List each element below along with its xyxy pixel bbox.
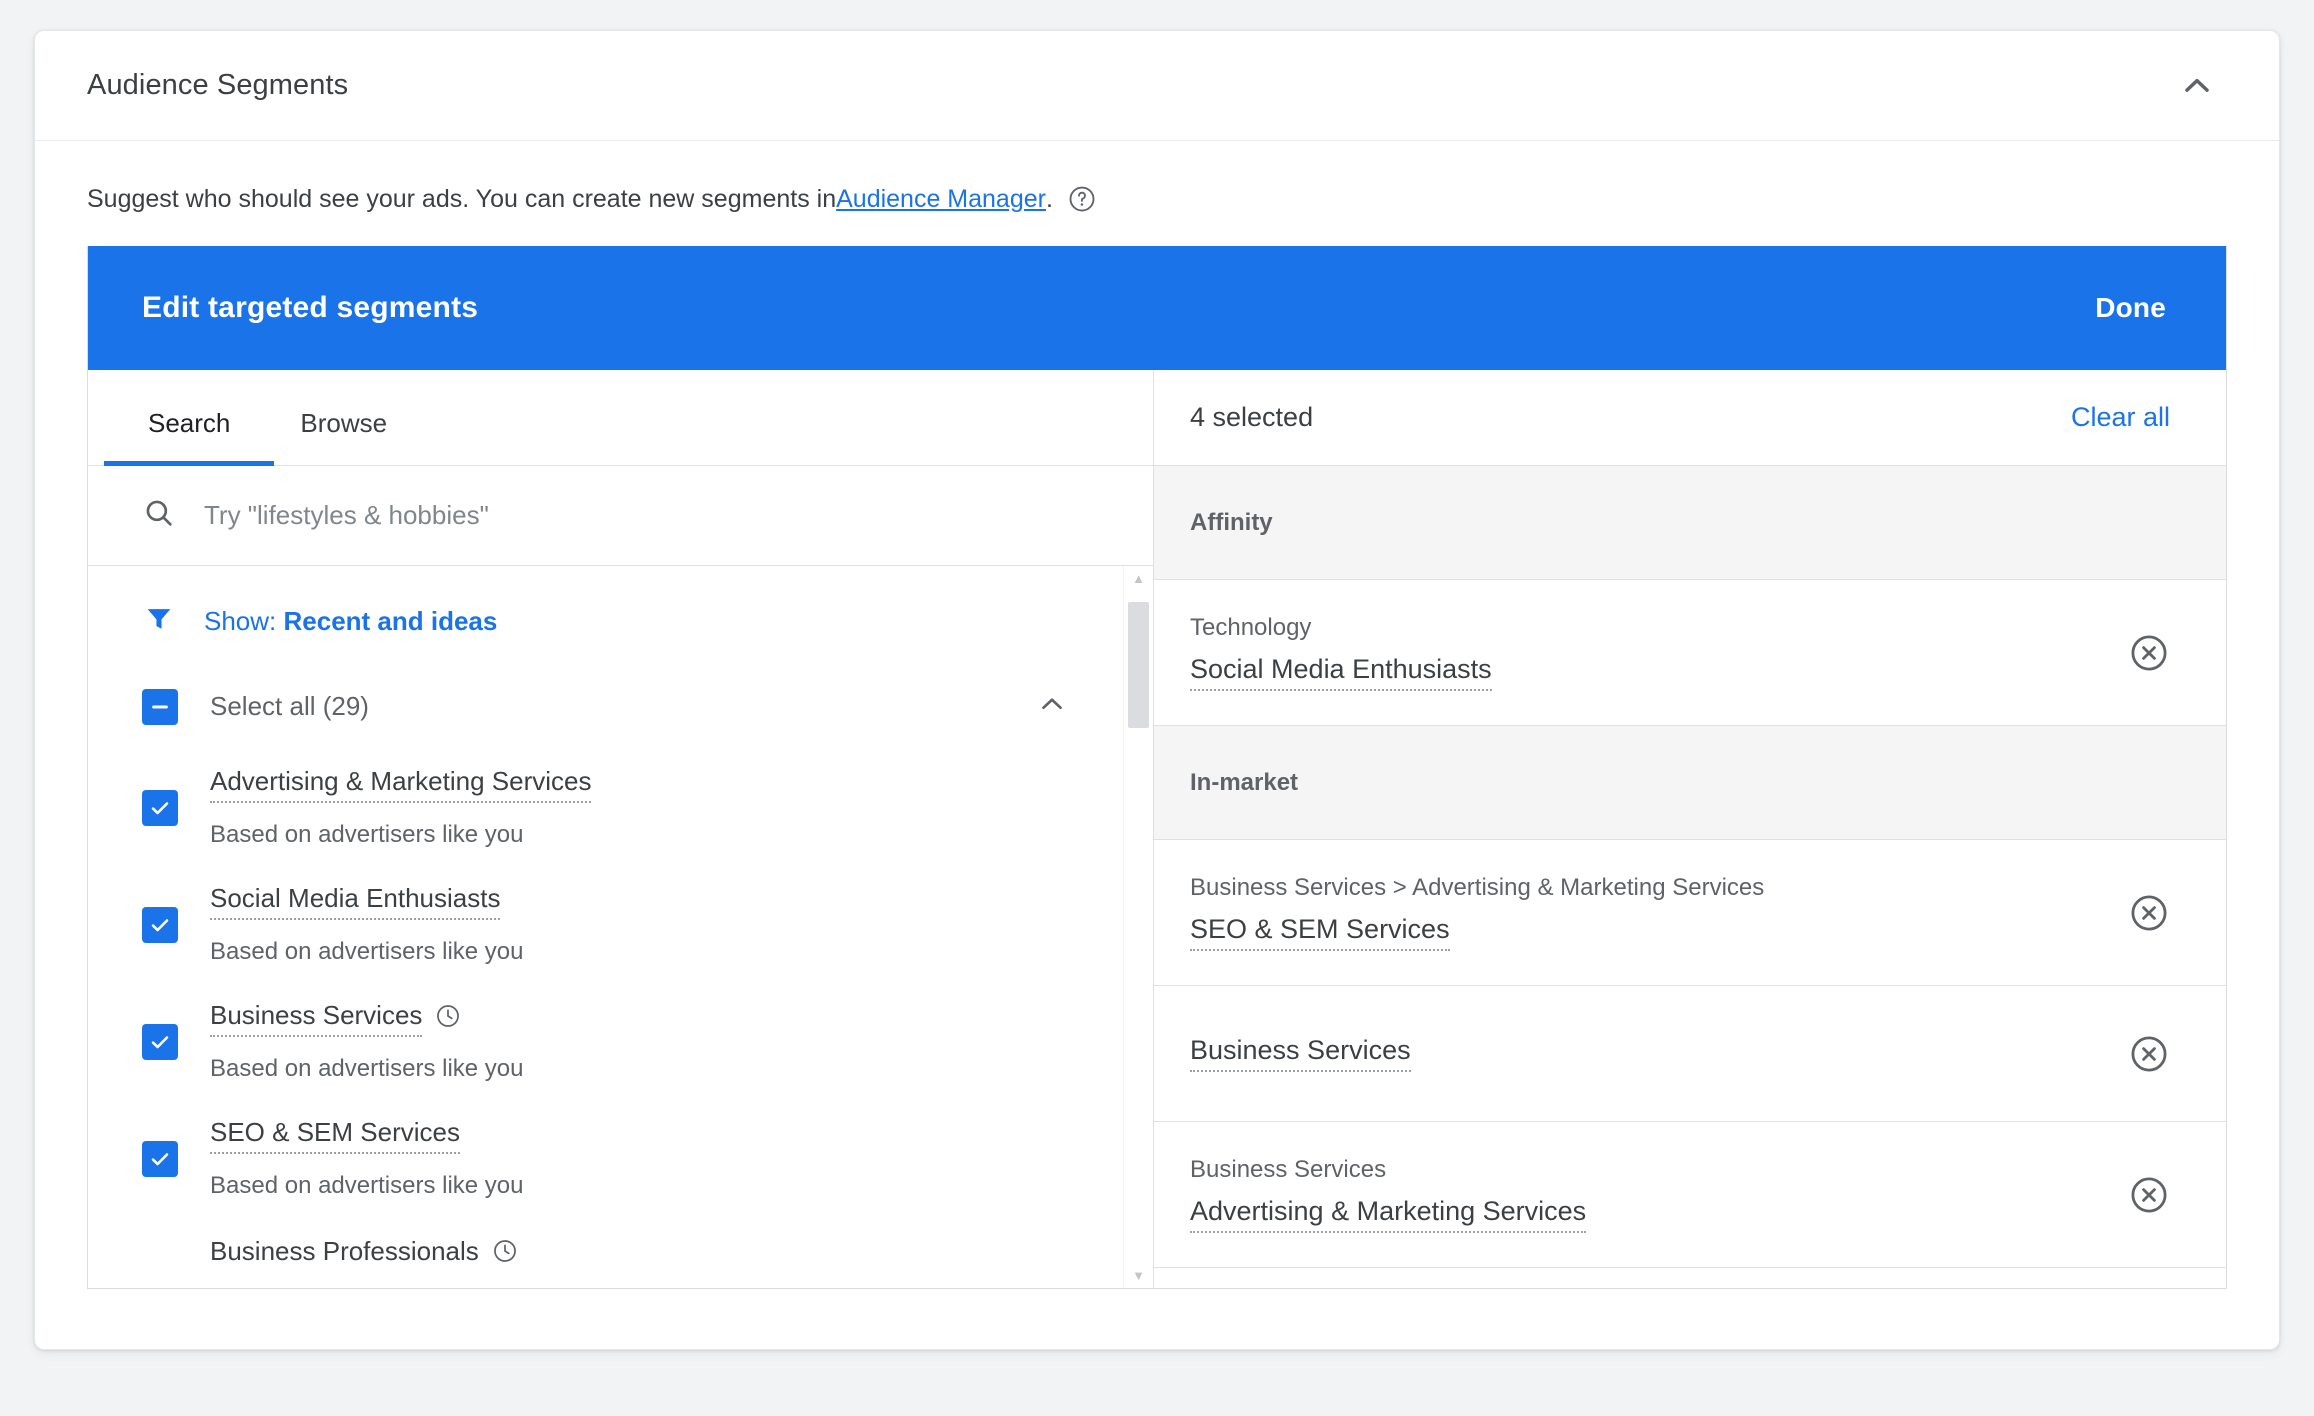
list-item-subtitle: Based on advertisers like you [210,1055,524,1082]
description-text: Suggest who should see your ads. You can… [87,185,837,213]
list-item[interactable]: SEO & SEM Services Based on advertisers … [88,1083,1119,1200]
list-item-title-row: Business Professionals [210,1236,519,1271]
page-background: Audience Segments Suggest who should see… [0,0,2314,1416]
selected-segment-name[interactable]: SEO & SEM Services [1190,914,1450,951]
remove-circle-icon[interactable] [2128,632,2170,674]
list-item-title-row: SEO & SEM Services [210,1117,524,1154]
list-item-title-row: Social Media Enthusiasts [210,883,524,920]
selected-segment-name[interactable]: Advertising & Marketing Services [1190,1196,1587,1233]
remove-circle-icon[interactable] [2128,1033,2170,1075]
segment-list: Show: Recent and ideas Select all (29) A… [88,566,1153,1288]
clear-all-button[interactable]: Clear all [2071,402,2170,433]
recent-clock-icon [434,1002,462,1030]
select-all-checkbox[interactable] [142,688,178,725]
selected-row: Business Services > Advertising & Market… [1154,840,2226,986]
done-button[interactable]: Done [2081,282,2180,334]
group-header-in-market: In-market [1154,726,2226,840]
selected-header: 4 selected Clear all [1154,370,2226,466]
list-item-title[interactable]: Social Media Enthusiasts [210,883,501,920]
list-item-title[interactable]: Business Professionals [210,1236,479,1271]
group-header-affinity: Affinity [1154,466,2226,580]
search-input[interactable] [202,499,1099,532]
recent-clock-icon [491,1237,519,1265]
list-item-body: Business Professionals [210,1236,519,1271]
list-item-title[interactable]: SEO & SEM Services [210,1117,460,1154]
chevron-up-icon[interactable] [2169,58,2225,114]
audience-manager-link[interactable]: Audience Manager [836,184,1046,214]
remove-circle-icon[interactable] [2128,1174,2170,1216]
selected-row-text: Business Services Advertising & Marketin… [1190,1156,1587,1233]
collapse-list-icon[interactable] [1029,681,1075,732]
page-title: Audience Segments [87,69,349,101]
show-filter-row[interactable]: Show: Recent and ideas [88,566,1119,641]
selected-row: Business Services Advertising & Marketin… [1154,1122,2226,1268]
dialog-header-bar: Edit targeted segments Done [88,246,2226,370]
selected-row-text: Technology Social Media Enthusiasts [1190,614,1492,691]
show-filter-value: Recent and ideas [283,606,498,636]
list-item-body: Advertising & Marketing Services Based o… [210,766,592,849]
selected-pane: 4 selected Clear all Affinity Technology… [1154,370,2226,1288]
search-icon [142,496,176,535]
show-filter-prefix: Show: [204,606,284,636]
list-item-title[interactable]: Business Services [210,1000,423,1037]
card-header: Audience Segments [35,31,2279,141]
list-item-title-row: Business Services [210,1000,524,1037]
scroll-up-arrow[interactable]: ▲ [1132,572,1145,585]
selected-count: 4 selected [1190,402,1314,432]
scrollbar-thumb[interactable] [1128,602,1149,728]
list-item-body: Social Media Enthusiasts Based on advert… [210,883,524,966]
breadcrumb: Technology [1190,614,1312,641]
selected-pane-filler [1154,1268,2226,1288]
list-item-subtitle: Based on advertisers like you [210,938,524,965]
filter-funnel-icon [142,602,176,641]
segment-checkbox[interactable] [142,790,178,826]
search-row [88,466,1153,566]
segment-checkbox[interactable] [142,1024,178,1060]
dialog-title: Edit targeted segments [142,291,479,324]
segment-checkbox[interactable] [142,907,178,943]
pane-tabs: Search Browse [88,370,1153,466]
show-filter-label: Show: Recent and ideas [204,606,497,637]
list-item-subtitle: Based on advertisers like you [210,821,524,848]
selected-row: Technology Social Media Enthusiasts [1154,580,2226,726]
list-item-title[interactable]: Advertising & Marketing Services [210,766,592,803]
help-circle-icon[interactable] [1067,184,1097,214]
breadcrumb: Business Services > Advertising & Market… [1190,874,1765,901]
selected-segment-name[interactable]: Social Media Enthusiasts [1190,654,1492,691]
scroll-down-arrow[interactable]: ▼ [1132,1269,1145,1282]
search-pane: Search Browse Try "lifestyles & hobbies"… [88,370,1154,1288]
list-item-subtitle: Based on advertisers like you [210,1172,524,1199]
list-item[interactable]: Business Professionals [88,1200,1119,1288]
select-all-row: Select all (29) [88,641,1075,732]
dialog-body: Search Browse Try "lifestyles & hobbies"… [88,370,2226,1288]
list-item-body: SEO & SEM Services Based on advertisers … [210,1117,524,1200]
remove-circle-icon[interactable] [2128,892,2170,934]
edit-targeted-segments-dialog: Edit targeted segments Done Search Brows… [87,246,2227,1289]
tab-browse[interactable]: Browse [294,408,393,465]
selected-row-text: Business Services > Advertising & Market… [1190,874,1764,951]
card-description: Suggest who should see your ads. You can… [35,141,2279,214]
description-suffix: . [1045,185,1053,213]
selected-row-text: Business Services [1190,1035,1411,1072]
breadcrumb: Business Services [1190,1156,1387,1183]
selected-row: Business Services [1154,986,2226,1122]
select-all-label: Select all (29) [210,691,369,721]
segment-checkbox[interactable] [142,1141,178,1177]
list-item-title-row: Advertising & Marketing Services [210,766,592,803]
scrollbar-track[interactable] [1128,592,1149,1262]
tab-search[interactable]: Search [103,408,275,466]
audience-segments-card: Audience Segments Suggest who should see… [34,30,2280,1350]
selected-segment-name[interactable]: Business Services [1190,1035,1411,1072]
list-item[interactable]: Advertising & Marketing Services Based o… [88,732,1119,849]
list-item[interactable]: Social Media Enthusiasts Based on advert… [88,849,1119,966]
list-item[interactable]: Business Services Based on advertisers l… [88,966,1119,1083]
list-item-body: Business Services Based on advertisers l… [210,1000,524,1083]
list-scrollbar[interactable]: ▲ ▼ [1123,566,1153,1288]
